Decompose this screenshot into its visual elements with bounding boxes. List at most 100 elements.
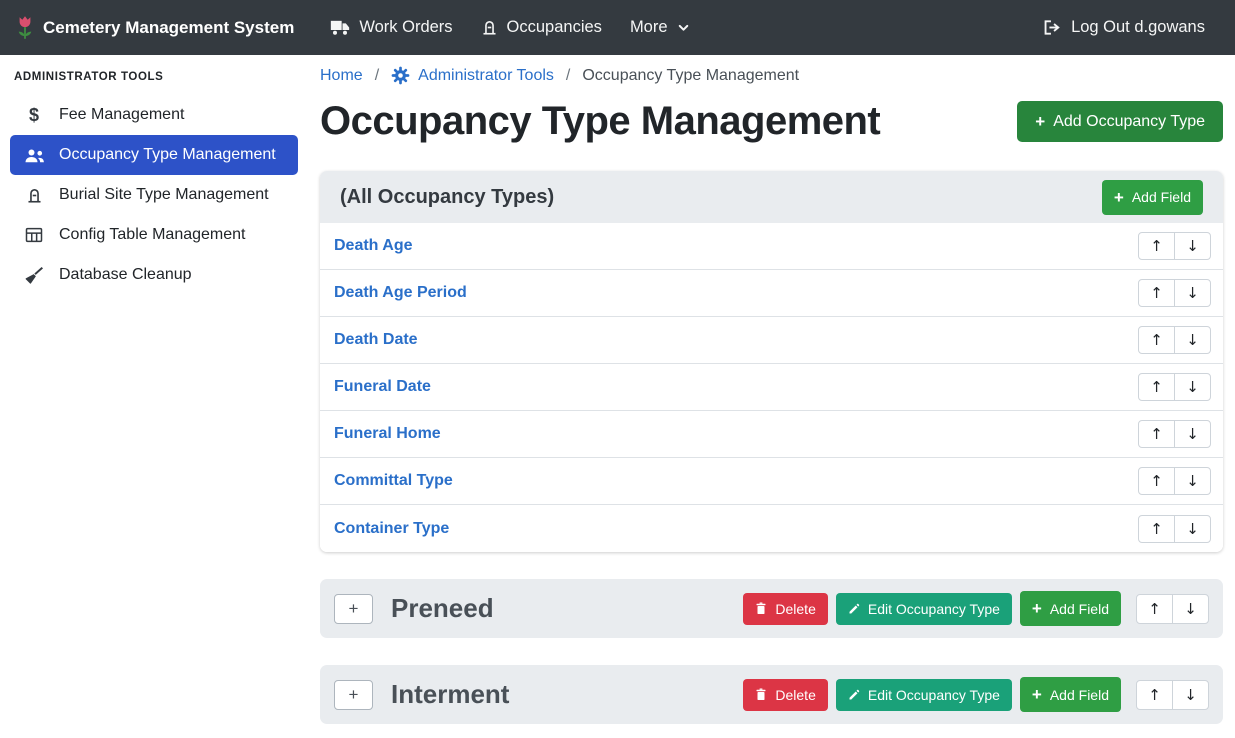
move-down-button[interactable]: ↓	[1172, 680, 1209, 710]
sidebar-item-database-cleanup[interactable]: Database Cleanup	[10, 255, 298, 295]
section-interment: + Interment Delete	[320, 665, 1223, 724]
reorder-buttons: ↑ ↓	[1136, 680, 1209, 710]
move-up-button[interactable]: ↑	[1138, 326, 1175, 354]
logout-icon	[1043, 19, 1062, 36]
reorder-buttons: ↑ ↓	[1138, 326, 1211, 354]
edit-occupancy-type-button[interactable]: Edit Occupancy Type	[836, 593, 1012, 625]
section-preneed: + Preneed Delete	[320, 579, 1223, 638]
move-down-button[interactable]: ↓	[1174, 373, 1211, 401]
field-link[interactable]: Container Type	[334, 520, 449, 538]
section-title: Preneed	[391, 593, 725, 624]
move-down-button[interactable]: ↓	[1174, 515, 1211, 543]
breadcrumb-admin-tools-link[interactable]: Administrator Tools	[391, 66, 554, 85]
edit-label: Edit Occupancy Type	[868, 688, 1000, 702]
move-down-button[interactable]: ↓	[1174, 279, 1211, 307]
logout-button[interactable]: Log Out d.gowans	[1029, 10, 1219, 45]
add-occupancy-type-button[interactable]: + Add Occupancy Type	[1017, 101, 1223, 142]
breadcrumb-home-link[interactable]: Home	[320, 67, 363, 85]
section-actions: Delete Edit Occupancy Type + Add Field ↑…	[743, 677, 1209, 712]
move-up-button[interactable]: ↑	[1138, 420, 1175, 448]
field-link[interactable]: Committal Type	[334, 472, 453, 490]
expand-button[interactable]: +	[334, 594, 373, 624]
pencil-icon	[848, 689, 860, 701]
all-occupancy-types-card: (All Occupancy Types) + Add Field Death …	[320, 171, 1223, 552]
field-link[interactable]: Death Age Period	[334, 284, 467, 302]
reorder-buttons: ↑ ↓	[1138, 420, 1211, 448]
nav-work-orders[interactable]: Work Orders	[316, 10, 466, 45]
move-up-button[interactable]: ↑	[1138, 279, 1175, 307]
brand-title: Cemetery Management System	[43, 18, 294, 38]
sidebar-item-label: Burial Site Type Management	[59, 186, 269, 204]
add-occupancy-type-label: Add Occupancy Type	[1053, 114, 1205, 130]
plus-icon: +	[1114, 189, 1124, 206]
title-row: Occupancy Type Management + Add Occupanc…	[320, 99, 1223, 144]
add-field-label: Add Field	[1050, 688, 1109, 702]
sidebar-item-config-table-management[interactable]: Config Table Management	[10, 215, 298, 255]
sidebar-item-occupancy-type-management[interactable]: Occupancy Type Management	[10, 135, 298, 175]
field-row: Funeral Home ↑ ↓	[320, 411, 1223, 458]
plus-icon: +	[1035, 113, 1045, 130]
expand-button[interactable]: +	[334, 680, 373, 710]
move-up-button[interactable]: ↑	[1138, 467, 1175, 495]
field-link[interactable]: Funeral Home	[334, 425, 441, 443]
top-navbar: Cemetery Management System Work Orders O…	[0, 0, 1235, 55]
nav-occupancies[interactable]: Occupancies	[467, 10, 616, 45]
move-down-button[interactable]: ↓	[1174, 232, 1211, 260]
reorder-buttons: ↑ ↓	[1138, 467, 1211, 495]
delete-label: Delete	[775, 688, 815, 702]
plus-icon: +	[1032, 600, 1042, 617]
table-icon	[22, 227, 46, 243]
move-up-button[interactable]: ↑	[1138, 232, 1175, 260]
nav-work-orders-label: Work Orders	[359, 18, 452, 37]
field-link[interactable]: Death Date	[334, 331, 418, 349]
reorder-buttons: ↑ ↓	[1138, 279, 1211, 307]
trash-icon	[755, 688, 767, 701]
move-down-button[interactable]: ↓	[1174, 420, 1211, 448]
field-row: Container Type ↑ ↓	[320, 505, 1223, 552]
reorder-buttons: ↑ ↓	[1138, 232, 1211, 260]
sidebar: Administrator Tools $ Fee Management Occ…	[0, 55, 308, 301]
delete-button[interactable]: Delete	[743, 593, 827, 625]
breadcrumb-separator: /	[566, 67, 570, 85]
chevron-down-icon	[677, 21, 690, 34]
card-header: (All Occupancy Types) + Add Field	[320, 171, 1223, 223]
card-title: (All Occupancy Types)	[340, 186, 554, 209]
main-content: Home / Administrator Tools / Occupancy T…	[320, 55, 1223, 724]
page-title: Occupancy Type Management	[320, 99, 880, 144]
pencil-icon	[848, 603, 860, 615]
add-field-button[interactable]: + Add Field	[1020, 591, 1121, 626]
sidebar-item-fee-management[interactable]: $ Fee Management	[10, 95, 298, 135]
move-down-button[interactable]: ↓	[1174, 467, 1211, 495]
sidebar-item-label: Config Table Management	[59, 226, 246, 244]
move-up-button[interactable]: ↑	[1136, 680, 1173, 710]
edit-occupancy-type-button[interactable]: Edit Occupancy Type	[836, 679, 1012, 711]
breadcrumb-admin-tools-label: Administrator Tools	[418, 67, 554, 85]
move-up-button[interactable]: ↑	[1136, 594, 1173, 624]
field-row: Committal Type ↑ ↓	[320, 458, 1223, 505]
sidebar-item-burial-site-type-management[interactable]: Burial Site Type Management	[10, 175, 298, 215]
move-down-button[interactable]: ↓	[1172, 594, 1209, 624]
gear-icon	[391, 66, 410, 85]
nav-more[interactable]: More	[616, 10, 704, 45]
add-field-button[interactable]: + Add Field	[1020, 677, 1121, 712]
add-field-label: Add Field	[1132, 190, 1191, 204]
move-up-button[interactable]: ↑	[1138, 515, 1175, 543]
field-link[interactable]: Funeral Date	[334, 378, 431, 396]
tombstone-icon	[22, 187, 46, 204]
dollar-icon: $	[22, 105, 46, 126]
users-icon	[22, 148, 46, 163]
truck-icon	[330, 19, 350, 36]
flower-icon	[16, 14, 34, 42]
add-field-button[interactable]: + Add Field	[1102, 180, 1203, 215]
add-field-label: Add Field	[1050, 602, 1109, 616]
field-row: Funeral Date ↑ ↓	[320, 364, 1223, 411]
field-link[interactable]: Death Age	[334, 237, 413, 255]
move-up-button[interactable]: ↑	[1138, 373, 1175, 401]
nav-more-label: More	[630, 18, 668, 37]
breadcrumb-current: Occupancy Type Management	[582, 67, 799, 85]
move-down-button[interactable]: ↓	[1174, 326, 1211, 354]
trash-icon	[755, 602, 767, 615]
delete-button[interactable]: Delete	[743, 679, 827, 711]
brand-link[interactable]: Cemetery Management System	[16, 14, 294, 42]
breadcrumb-separator: /	[375, 67, 379, 85]
